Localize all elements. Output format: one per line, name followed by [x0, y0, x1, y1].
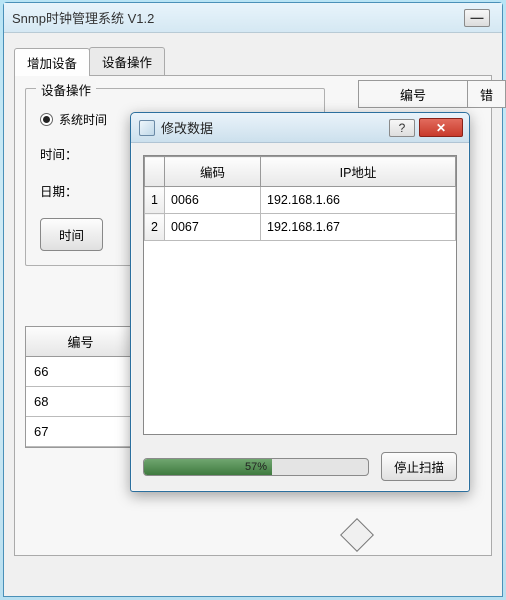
stop-scan-label: 停止扫描: [394, 461, 444, 475]
table-row[interactable]: 1 0066 192.168.1.66: [145, 187, 456, 214]
col-ip-label: IP地址: [340, 166, 377, 180]
label-time: 时间：: [40, 144, 84, 163]
radio-dot-icon: [40, 113, 53, 126]
close-icon: ✕: [436, 121, 446, 135]
dialog-app-icon: [139, 120, 155, 136]
time-button-label: 时间: [59, 229, 84, 243]
col-ip[interactable]: IP地址: [261, 157, 456, 187]
col-code-label: 编码: [200, 166, 225, 180]
dialog-footer: 57% 停止扫描: [143, 452, 457, 481]
radio-system-time-label: 系统时间: [59, 111, 107, 128]
tab-add-device[interactable]: 增加设备: [14, 48, 90, 76]
cell-code[interactable]: 0066: [165, 187, 261, 214]
modify-data-dialog: 修改数据 ? ✕ 编码 IP地址: [130, 112, 470, 492]
col-code[interactable]: 编码: [165, 157, 261, 187]
help-icon: ?: [399, 121, 406, 135]
list-header[interactable]: 编号: [26, 327, 136, 357]
right-header-id[interactable]: 编号: [358, 80, 468, 108]
minimize-icon: —: [471, 10, 484, 25]
tab-add-device-label: 增加设备: [27, 57, 77, 71]
tab-device-ops[interactable]: 设备操作: [89, 47, 165, 75]
col-rownum[interactable]: [145, 157, 165, 187]
cell-rownum: 1: [145, 187, 165, 214]
right-header-err[interactable]: 错: [468, 80, 506, 108]
right-header-err-label: 错: [480, 85, 493, 104]
main-title: Snmp时钟管理系统 V1.2: [12, 8, 464, 27]
dialog-title: 修改数据: [161, 118, 389, 137]
cell-rownum: 2: [145, 214, 165, 241]
dialog-titlebar[interactable]: 修改数据 ? ✕: [131, 113, 469, 143]
progress-label: 57%: [144, 459, 368, 475]
dialog-help-button[interactable]: ?: [389, 119, 415, 137]
tabs: 增加设备 设备操作: [14, 47, 492, 76]
groupbox-legend: 设备操作: [36, 80, 96, 99]
scan-progress: 57%: [143, 458, 369, 476]
dialog-body: 编码 IP地址 1 0066 192.168.1.66 2: [131, 143, 469, 491]
cell-ip[interactable]: 192.168.1.67: [261, 214, 456, 241]
right-table-header: 编号 错: [358, 80, 506, 108]
right-header-id-label: 编号: [400, 85, 426, 104]
nav-diamond-icon[interactable]: [340, 518, 374, 552]
dialog-table-wrap: 编码 IP地址 1 0066 192.168.1.66 2: [143, 155, 457, 435]
main-titlebar[interactable]: Snmp时钟管理系统 V1.2 —: [4, 3, 502, 33]
minimize-button[interactable]: —: [464, 9, 490, 27]
label-date: 日期：: [40, 181, 84, 200]
cell-code[interactable]: 0067: [165, 214, 261, 241]
tab-device-ops-label: 设备操作: [102, 56, 152, 70]
time-button[interactable]: 时间: [40, 218, 103, 251]
dialog-close-button[interactable]: ✕: [419, 118, 463, 137]
stop-scan-button[interactable]: 停止扫描: [381, 452, 457, 481]
table-row[interactable]: 2 0067 192.168.1.67: [145, 214, 456, 241]
dialog-table: 编码 IP地址 1 0066 192.168.1.66 2: [144, 156, 456, 241]
cell-ip[interactable]: 192.168.1.66: [261, 187, 456, 214]
